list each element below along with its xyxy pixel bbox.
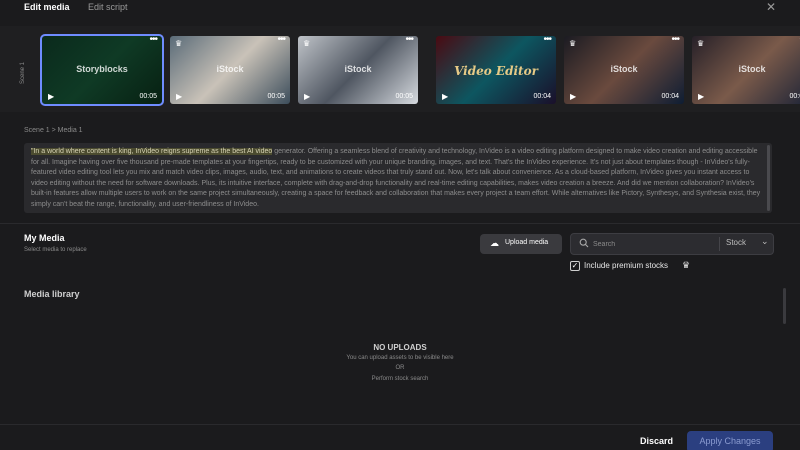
- close-icon[interactable]: ✕: [766, 0, 776, 14]
- thumbnail-duration: 00:04: [533, 93, 551, 100]
- play-icon[interactable]: ▶: [442, 92, 448, 101]
- cloud-upload-icon: ☁: [490, 238, 499, 248]
- chevron-down-icon[interactable]: ⌄: [761, 236, 769, 247]
- play-icon[interactable]: ▶: [304, 92, 310, 101]
- tab-edit-script[interactable]: Edit script: [88, 2, 128, 12]
- search-icon: [579, 238, 589, 248]
- thumbnail-watermark: Storyblocks: [76, 64, 128, 74]
- premium-label: Include premium stocks: [584, 261, 669, 270]
- empty-state-line3: Perform stock search: [371, 376, 429, 382]
- script-highlight: "In a world where content is king, InVid…: [31, 148, 273, 155]
- empty-state-or: OR: [395, 365, 405, 371]
- crown-icon: ♛: [175, 39, 183, 48]
- thumbnail-watermark: Video Editor: [454, 64, 538, 78]
- media-thumbnail[interactable]: ♛ ••• iStock ▶ 00:05: [298, 36, 418, 104]
- source-select[interactable]: Stock: [726, 238, 746, 247]
- tab-edit-media[interactable]: Edit media: [24, 2, 70, 12]
- thumbnail-duration: 00:05: [139, 93, 157, 100]
- thumbnail-watermark: iStock: [738, 64, 766, 74]
- media-library-title: Media library: [24, 289, 80, 299]
- media-thumbnail[interactable]: ♛ ••• iStock ▶ 00:05: [170, 36, 290, 104]
- upload-media-button[interactable]: ☁ Upload media: [480, 234, 562, 254]
- section-divider: [0, 223, 800, 224]
- thumbnail-watermark: iStock: [216, 64, 244, 74]
- more-options-icon[interactable]: •••: [277, 36, 285, 45]
- footer-divider: [0, 424, 800, 425]
- crown-icon: ♛: [697, 39, 705, 48]
- breadcrumb: Scene 1 > Media 1: [24, 127, 83, 134]
- thumbnail-duration: 00:04: [789, 93, 800, 100]
- more-options-icon[interactable]: •••: [671, 36, 679, 45]
- script-scrollbar[interactable]: [767, 145, 770, 211]
- media-thumbnail[interactable]: ♛ ••• iStock ▶ 00:04: [564, 36, 684, 104]
- modal-header: Edit media Edit script ✕: [0, 0, 800, 18]
- crown-icon: ♛: [303, 39, 311, 48]
- apply-changes-button[interactable]: Apply Changes: [687, 431, 773, 450]
- thumbnail-watermark: iStock: [344, 64, 372, 74]
- script-text: "In a world where content is king, InVid…: [31, 147, 764, 211]
- empty-state-line1: You can upload assets to be visible here: [346, 355, 454, 361]
- panel-scrollbar[interactable]: [783, 288, 786, 324]
- empty-state-title: NO UPLOADS: [373, 343, 427, 352]
- play-icon[interactable]: ▶: [48, 92, 54, 101]
- stock-search-box: Stock ⌄: [570, 233, 774, 255]
- search-separator: [719, 237, 720, 251]
- crown-icon: ♛: [569, 39, 577, 48]
- more-options-icon[interactable]: •••: [149, 36, 157, 45]
- thumbnail-duration: 00:05: [395, 93, 413, 100]
- thumbnail-watermark: iStock: [610, 64, 638, 74]
- crown-icon: ♛: [682, 260, 691, 270]
- play-icon[interactable]: ▶: [176, 92, 182, 101]
- discard-button[interactable]: Discard: [640, 436, 673, 446]
- thumbnail-duration: 00:04: [661, 93, 679, 100]
- upload-media-label: Upload media: [505, 239, 549, 246]
- more-options-icon[interactable]: •••: [543, 36, 551, 45]
- script-text-box[interactable]: "In a world where content is king, InVid…: [24, 143, 772, 213]
- media-thumbnail[interactable]: ••• Storyblocks ▶ 00:05: [40, 34, 164, 106]
- play-icon[interactable]: ▶: [698, 92, 704, 101]
- play-icon[interactable]: ▶: [570, 92, 576, 101]
- my-media-title: My Media: [24, 233, 65, 243]
- media-thumbnail[interactable]: ••• Video Editor ▶ 00:04: [436, 36, 556, 104]
- media-thumbnail[interactable]: ♛•••iStock▶00:04: [692, 36, 800, 104]
- scene-label: Scene 1: [20, 61, 26, 84]
- more-options-icon[interactable]: •••: [405, 36, 413, 45]
- script-rest: generator. Offering a seamless blend of …: [31, 148, 761, 208]
- premium-checkbox[interactable]: ✓: [570, 261, 580, 271]
- scene-media-strip: Scene 1 ••• Storyblocks ▶ 00:05 ♛ ••• iStock ▶ 0…: [0, 26, 800, 112]
- my-media-subtitle: Select media to replace: [24, 247, 87, 253]
- search-input[interactable]: [593, 237, 713, 251]
- thumbnail-duration: 00:05: [267, 93, 285, 100]
